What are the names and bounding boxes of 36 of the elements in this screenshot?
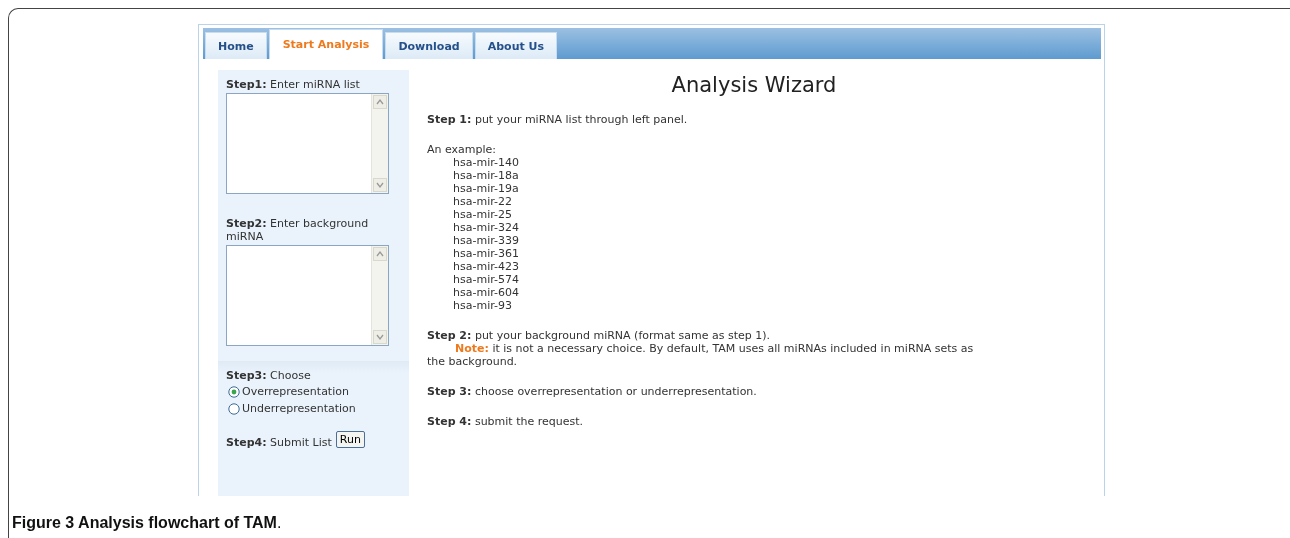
mirna-name: hsa-mir-324: [453, 221, 520, 234]
mirna-name: hsa-mir-18a: [453, 169, 520, 182]
radio-button[interactable]: [228, 403, 240, 415]
step-text: Step 1: put your miRNA list through left panel.: [427, 113, 689, 126]
nav-tab[interactable]: About Us: [474, 32, 558, 59]
scroll-down-icon: [373, 330, 387, 344]
run-button[interactable]: Run: [335, 431, 365, 448]
radio-button[interactable]: [228, 386, 240, 398]
example-heading: An example:: [427, 143, 498, 156]
step-text: Step 4: submit the request.: [427, 415, 585, 428]
mirna-name: hsa-mir-423: [453, 260, 520, 273]
scroll-down-icon: [373, 178, 387, 192]
step-label: Step2: Enter background miRNA: [226, 217, 370, 243]
step-label: Step4: Submit List: [226, 436, 332, 449]
mirna-name: hsa-mir-574: [453, 273, 520, 286]
radio-label: Underrepresentation: [242, 402, 356, 416]
mirna-name: hsa-mir-604: [453, 286, 520, 299]
nav-tab[interactable]: Download: [385, 32, 473, 59]
page-title: Analysis Wizard: [670, 72, 838, 98]
scroll-up-icon: [373, 247, 387, 261]
step-label: Step3: Choose: [226, 369, 312, 382]
mirna-name: hsa-mir-93: [453, 299, 513, 312]
mirna-name: hsa-mir-19a: [453, 182, 520, 195]
step-text: Step 2: put your background miRNA (format same as step 1).: [427, 329, 772, 342]
step-text: Step 3: choose overrepresentation or underrepresentation.: [427, 385, 758, 398]
mirna-name: hsa-mir-25: [453, 208, 513, 221]
mirna-name: hsa-mir-339: [453, 234, 520, 247]
mirna-name: hsa-mir-22: [453, 195, 513, 208]
note-text: Note: it is not a necessary choice. By default, TAM uses all miRNAs included in miRNA sets as the background.: [427, 342, 975, 368]
figure-caption: Figure 3 Analysis flowchart of TAM.: [12, 514, 282, 532]
mirna-name: hsa-mir-140: [453, 156, 520, 169]
radio-label: Overrepresentation: [242, 385, 349, 399]
mirna-name: hsa-mir-361: [453, 247, 520, 260]
step-label: Step1: Enter miRNA list: [226, 78, 361, 91]
scroll-up-icon: [373, 95, 387, 109]
nav-tab[interactable]: Home: [205, 32, 267, 59]
